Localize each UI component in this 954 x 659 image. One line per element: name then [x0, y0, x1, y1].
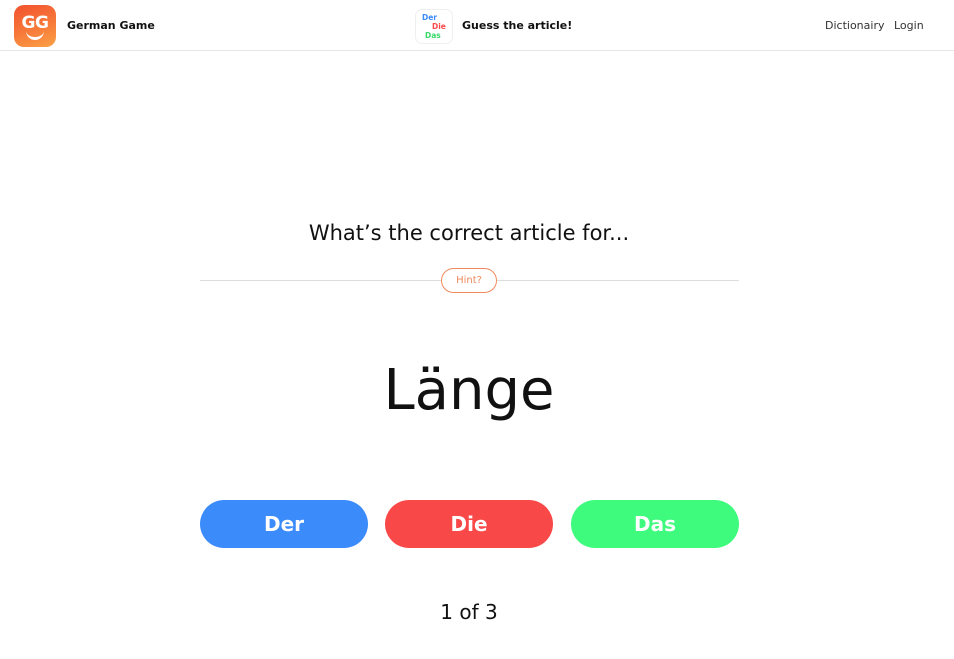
der-button[interactable]: Der [200, 500, 368, 548]
game-icon-die: Die [432, 22, 446, 31]
brand-name[interactable]: German Game [67, 18, 155, 34]
target-word: Länge [383, 358, 555, 423]
logo-text: GG [21, 12, 49, 33]
game-icon-das: Das [425, 31, 441, 40]
top-navbar: GG German Game Der Die Das Guess the art… [0, 0, 954, 51]
hint-button[interactable]: Hint? [441, 268, 497, 293]
der-die-das-icon: Der Die Das [416, 10, 452, 43]
smile-icon [26, 30, 44, 40]
nav-link-login[interactable]: Login [894, 18, 924, 34]
app-logo[interactable]: GG [14, 5, 56, 47]
question-prompt: What’s the correct article for... [308, 221, 630, 245]
nav-link-dictionary[interactable]: Dictionairy [825, 18, 884, 34]
das-button[interactable]: Das [571, 500, 739, 548]
die-button[interactable]: Die [385, 500, 553, 548]
page: GG German Game Der Die Das Guess the art… [0, 0, 954, 659]
game-title: Guess the article! [462, 19, 573, 32]
game-icon-der: Der [422, 13, 438, 22]
progress-counter: 1 of 3 [440, 600, 498, 624]
